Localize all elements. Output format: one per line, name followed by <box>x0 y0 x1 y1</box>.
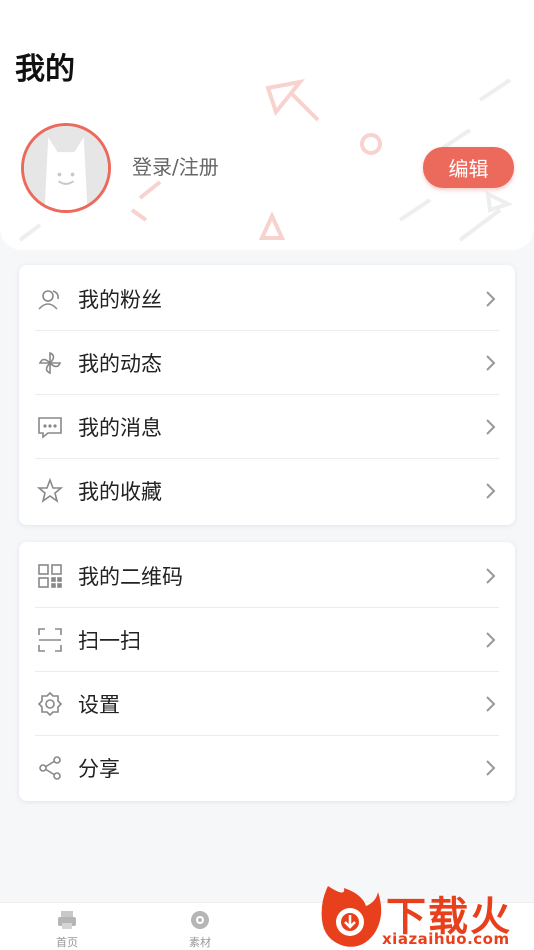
pinwheel-icon <box>37 350 63 376</box>
menu-item-settings[interactable]: 设置 <box>35 672 499 736</box>
menu-item-favorites[interactable]: 我的收藏 <box>35 459 499 523</box>
login-register-link[interactable]: 登录/注册 <box>132 151 219 180</box>
menu-item-qrcode[interactable]: 我的二维码 <box>35 544 499 608</box>
chevron-right-icon <box>486 483 496 499</box>
menu-card-1: 我的粉丝 我的动态 我的消息 我的收藏 <box>19 265 515 525</box>
watermark-domain: xiazaihuo.com <box>382 930 510 948</box>
edit-button[interactable]: 编辑 <box>423 147 514 188</box>
menu-item-label: 我的收藏 <box>78 480 162 504</box>
share-icon <box>37 755 63 781</box>
chevron-right-icon <box>486 760 496 776</box>
menu-item-label: 我的消息 <box>78 416 162 440</box>
menu-item-label: 分享 <box>78 757 120 781</box>
tab-label: 素材 <box>189 936 211 949</box>
qrcode-icon <box>37 563 63 589</box>
star-icon <box>37 478 63 504</box>
menu-card-2: 我的二维码 扫一扫 设置 分享 <box>19 542 515 801</box>
gear-icon <box>37 691 63 717</box>
menu-item-label: 扫一扫 <box>78 629 141 653</box>
menu-item-share[interactable]: 分享 <box>35 736 499 800</box>
chevron-right-icon <box>486 568 496 584</box>
camera-icon <box>191 911 209 929</box>
printer-icon <box>58 911 76 929</box>
menu-item-label: 我的动态 <box>78 352 162 376</box>
avatar[interactable] <box>21 123 111 213</box>
menu-item-label: 我的粉丝 <box>78 288 162 312</box>
scan-icon <box>37 627 63 653</box>
menu-item-scan[interactable]: 扫一扫 <box>35 608 499 672</box>
chevron-right-icon <box>486 419 496 435</box>
menu-item-fans[interactable]: 我的粉丝 <box>35 267 499 331</box>
message-icon <box>37 414 63 440</box>
watermark: 下载火 xiazaihuo.com <box>316 880 534 950</box>
page-title: 我的 <box>15 52 75 87</box>
profile-header: 我的 登录/注册 编辑 <box>0 0 534 250</box>
chevron-right-icon <box>486 291 496 307</box>
chevron-right-icon <box>486 632 496 648</box>
tab-materials[interactable]: 素材 <box>160 903 240 950</box>
menu-item-messages[interactable]: 我的消息 <box>35 395 499 459</box>
flame-logo-icon <box>321 886 382 947</box>
tab-home[interactable]: 首页 <box>27 903 107 950</box>
chevron-right-icon <box>486 696 496 712</box>
chevron-right-icon <box>486 355 496 371</box>
menu-item-moments[interactable]: 我的动态 <box>35 331 499 395</box>
fans-icon <box>37 286 63 312</box>
menu-item-label: 设置 <box>78 693 120 717</box>
default-avatar-icon <box>24 126 108 210</box>
tab-label: 首页 <box>56 936 78 949</box>
menu-item-label: 我的二维码 <box>78 565 183 589</box>
